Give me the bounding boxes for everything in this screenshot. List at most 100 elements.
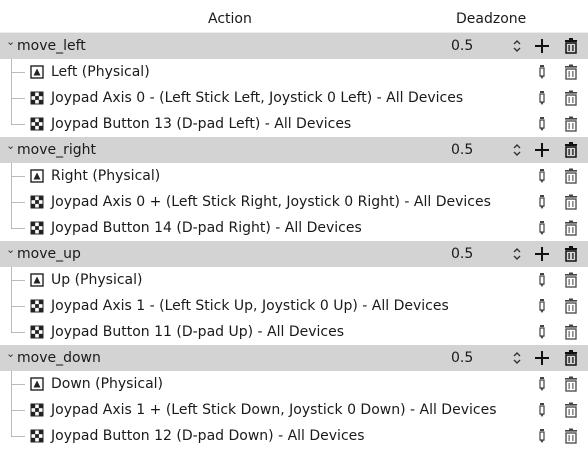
column-header: Action Deadzone [0,0,588,33]
deadzone-value[interactable]: 0.5 [451,246,473,262]
keyboard-icon [30,377,44,391]
add-event-button[interactable] [533,37,551,55]
action-row-move-up[interactable]: ⌄ move_up 0.5 [0,241,588,267]
keyboard-icon [30,273,44,287]
deadzone-value[interactable]: 0.5 [451,350,473,366]
remove-event-button[interactable] [562,402,580,418]
tree-line [11,306,25,307]
event-label: Joypad Axis 1 - (Left Stick Up, Joystick… [51,298,449,314]
joypad-icon [30,403,44,417]
remove-event-button[interactable] [562,220,580,236]
event-row[interactable]: Joypad Button 12 (D-pad Down) - All Devi… [0,423,588,449]
edit-event-button[interactable] [537,376,547,392]
joypad-icon [30,221,44,235]
remove-event-button[interactable] [562,324,580,340]
deadzone-column-header: Deadzone [456,11,527,27]
add-event-button[interactable] [533,349,551,367]
edit-event-button[interactable] [537,90,547,106]
remove-action-button[interactable] [562,245,580,263]
chevron-down-icon[interactable]: ⌄ [6,347,15,360]
chevron-down-icon[interactable]: ⌄ [6,35,15,48]
chevron-down-icon[interactable]: ⌄ [6,243,15,256]
input-map-editor: Action Deadzone ⌄ move_left 0.5 Left (Physi… [0,0,588,458]
edit-event-button[interactable] [537,168,547,184]
tree-line [11,423,12,436]
deadzone-value[interactable]: 0.5 [451,142,473,158]
tree-line [11,436,25,437]
event-label: Right (Physical) [51,168,161,184]
tree-line [11,215,12,228]
remove-action-button[interactable] [562,37,580,55]
tree-line [11,111,12,124]
event-label: Left (Physical) [51,64,150,80]
edit-event-button[interactable] [537,428,547,444]
remove-event-button[interactable] [562,194,580,210]
tree-line [11,202,25,203]
tree-line [11,176,25,177]
edit-event-button[interactable] [537,194,547,210]
deadzone-spinner-icon[interactable] [512,247,522,261]
tree-line [11,228,25,229]
action-name: move_down [17,350,101,366]
add-event-button[interactable] [533,245,551,263]
remove-action-button[interactable] [562,349,580,367]
event-label: Joypad Button 11 (D-pad Up) - All Device… [51,324,345,340]
edit-event-button[interactable] [537,64,547,80]
action-row-move-right[interactable]: ⌄ move_right 0.5 [0,137,588,163]
remove-event-button[interactable] [562,272,580,288]
tree-line [11,98,25,99]
chevron-down-icon[interactable]: ⌄ [6,139,15,152]
event-label: Joypad Axis 0 + (Left Stick Right, Joyst… [51,194,491,210]
remove-event-button[interactable] [562,116,580,132]
remove-event-button[interactable] [562,168,580,184]
add-event-button[interactable] [533,141,551,159]
joypad-icon [30,195,44,209]
event-row[interactable]: Joypad Axis 0 + (Left Stick Right, Joyst… [0,189,588,215]
event-row[interactable]: Joypad Axis 0 - (Left Stick Left, Joysti… [0,85,588,111]
joypad-icon [30,299,44,313]
edit-event-button[interactable] [537,272,547,288]
event-row[interactable]: Joypad Button 13 (D-pad Left) - All Devi… [0,111,588,137]
event-row[interactable]: Left (Physical) [0,59,588,85]
event-row[interactable]: Down (Physical) [0,371,588,397]
joypad-icon [30,325,44,339]
event-row[interactable]: Up (Physical) [0,267,588,293]
tree-line [11,72,25,73]
action-column-header: Action [208,11,252,27]
remove-event-button[interactable] [562,90,580,106]
edit-event-button[interactable] [537,220,547,236]
joypad-icon [30,117,44,131]
deadzone-spinner-icon[interactable] [512,39,522,53]
edit-event-button[interactable] [537,324,547,340]
event-row[interactable]: Joypad Button 14 (D-pad Right) - All Dev… [0,215,588,241]
tree-line [11,332,25,333]
event-row[interactable]: Joypad Axis 1 + (Left Stick Down, Joysti… [0,397,588,423]
event-row[interactable]: Joypad Axis 1 - (Left Stick Up, Joystick… [0,293,588,319]
deadzone-spinner-icon[interactable] [512,351,522,365]
edit-event-button[interactable] [537,402,547,418]
keyboard-icon [30,169,44,183]
edit-event-button[interactable] [537,116,547,132]
action-name: move_up [17,246,81,262]
event-label: Up (Physical) [51,272,143,288]
remove-action-button[interactable] [562,141,580,159]
deadzone-spinner-icon[interactable] [512,143,522,157]
remove-event-button[interactable] [562,298,580,314]
remove-event-button[interactable] [562,376,580,392]
tree-line [11,124,25,125]
event-row[interactable]: Joypad Button 11 (D-pad Up) - All Device… [0,319,588,345]
tree-line [11,410,25,411]
keyboard-icon [30,65,44,79]
event-label: Joypad Axis 1 + (Left Stick Down, Joysti… [51,402,497,418]
action-row-move-left[interactable]: ⌄ move_left 0.5 [0,33,588,59]
action-name: move_left [17,38,86,54]
remove-event-button[interactable] [562,428,580,444]
edit-event-button[interactable] [537,298,547,314]
remove-event-button[interactable] [562,64,580,80]
action-name: move_right [17,142,96,158]
event-row[interactable]: Right (Physical) [0,163,588,189]
action-tree: ⌄ move_left 0.5 Left (Physical) Joypad Axis … [0,33,588,449]
event-label: Joypad Button 12 (D-pad Down) - All Devi… [51,428,365,444]
deadzone-value[interactable]: 0.5 [451,38,473,54]
action-row-move-down[interactable]: ⌄ move_down 0.5 [0,345,588,371]
